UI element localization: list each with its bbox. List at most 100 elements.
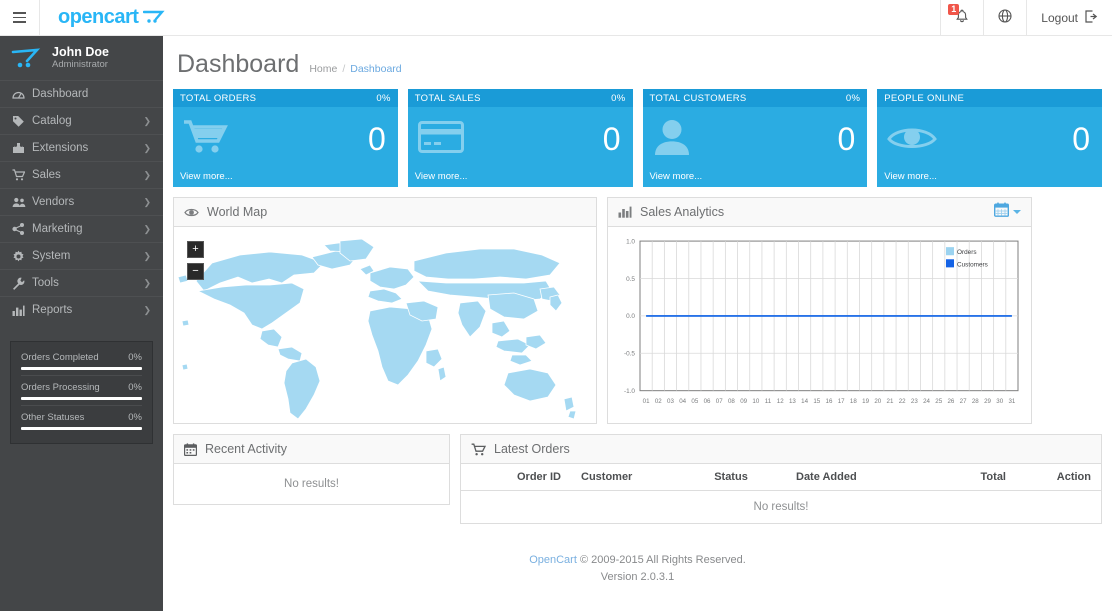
svg-text:23: 23 (911, 398, 918, 405)
footer-copyright-line: OpenCart © 2009-2015 All Rights Reserved… (163, 552, 1112, 569)
breadcrumb-dashboard[interactable]: Dashboard (350, 63, 401, 75)
progress-fill (21, 427, 142, 430)
svg-text:-1.0: -1.0 (624, 388, 635, 395)
breadcrumb-separator: / (342, 63, 346, 75)
svg-text:0.5: 0.5 (626, 276, 635, 283)
world-map-panel: World Map + − (173, 197, 597, 424)
map-zoom-in-button[interactable]: + (187, 241, 204, 258)
world-map-svg[interactable] (174, 233, 596, 423)
sidebar-item-sales[interactable]: Sales ❯ (0, 161, 163, 188)
chevron-right-icon: ❯ (143, 250, 151, 261)
tile-view-more[interactable]: View more... (408, 171, 633, 187)
order-status-stats: Orders Completed 0% Orders Processing 0%… (10, 341, 153, 444)
chart-date-range-dropdown[interactable] (993, 202, 1021, 222)
user-profile-text: John Doe Administrator (52, 45, 109, 70)
logout-button[interactable]: Logout (1026, 0, 1112, 35)
tile-title: TOTAL SALES (414, 92, 481, 104)
breadcrumb-home[interactable]: Home (309, 63, 337, 75)
progress-track (21, 367, 142, 370)
svg-text:0.0: 0.0 (626, 313, 635, 320)
tile-title: TOTAL CUSTOMERS (649, 92, 747, 104)
svg-text:27: 27 (960, 398, 967, 405)
calendar-icon (184, 442, 197, 456)
svg-text:24: 24 (923, 398, 930, 405)
brand-label: opencart (58, 6, 139, 28)
svg-text:16: 16 (826, 398, 833, 405)
svg-text:09: 09 (740, 398, 747, 405)
sidebar-toggle-button[interactable] (0, 0, 40, 35)
stat-percent: 0% (128, 352, 142, 363)
opencart-link[interactable]: OpenCart (529, 554, 577, 566)
map-chart-row: World Map + − Sales Analytics 1.0 0.5 0.… (163, 187, 1112, 424)
main-content: Dashboard Home / Dashboard TOTAL ORDERS … (163, 36, 1112, 611)
stat-label: Other Statuses (21, 412, 85, 423)
logout-label: Logout (1041, 10, 1078, 25)
tile-people-online[interactable]: PEOPLE ONLINE 0 View more... (877, 89, 1102, 187)
svg-text:20: 20 (874, 398, 881, 405)
table-header-row: Order ID Customer Status Date Added Tota… (461, 464, 1101, 491)
opencart-cart-logo (143, 6, 167, 29)
sales-analytics-panel: Sales Analytics 1.0 0.5 0.0 -0.5 -1.0 01 02 03… (607, 197, 1032, 424)
stat-orders-processing: Orders Processing 0% (21, 375, 142, 400)
brand-logo[interactable]: opencart (40, 0, 185, 35)
chevron-right-icon: ❯ (143, 115, 151, 126)
svg-text:04: 04 (679, 398, 686, 405)
panel-header: World Map (174, 198, 596, 227)
sales-analytics-chart[interactable]: 1.0 0.5 0.0 -0.5 -1.0 01 02 03 04 05 06 07 08 09 10 11… (608, 227, 1031, 423)
sidebar-item-extensions[interactable]: Extensions ❯ (0, 134, 163, 161)
tile-header: TOTAL CUSTOMERS 0% (642, 89, 868, 107)
credit-card-icon (417, 120, 464, 158)
chevron-right-icon: ❯ (143, 196, 151, 207)
storefront-button[interactable] (983, 0, 1026, 35)
stat-percent: 0% (128, 412, 142, 423)
stat-other-statuses: Other Statuses 0% (21, 405, 142, 430)
puzzle-icon (12, 142, 32, 154)
tile-view-more[interactable]: View more... (173, 171, 398, 187)
svg-text:31: 31 (1008, 398, 1015, 405)
cart-icon (471, 443, 486, 456)
tile-total-sales[interactable]: TOTAL SALES 0% 0 View more... (407, 89, 633, 187)
notification-count-badge: 1 (948, 4, 960, 15)
user-profile[interactable]: John Doe Administrator (0, 36, 163, 80)
header-spacer (185, 0, 940, 35)
tile-total-customers[interactable]: TOTAL CUSTOMERS 0% 0 View more... (642, 89, 868, 187)
breadcrumb: Home / Dashboard (309, 63, 401, 75)
column-date-added: Date Added (786, 464, 926, 491)
tile-percent: 0% (376, 92, 391, 104)
activity-orders-row: Recent Activity No results! Latest Order… (163, 424, 1112, 524)
sidebar-item-label: Reports (32, 304, 73, 316)
latest-orders-panel: Latest Orders Order ID Customer Status D… (460, 434, 1102, 524)
globe-icon (998, 9, 1012, 26)
sidebar-item-label: Catalog (32, 115, 72, 127)
sidebar-item-marketing[interactable]: Marketing ❯ (0, 215, 163, 242)
page-title: Dashboard (177, 50, 300, 78)
stat-tiles: TOTAL ORDERS 0% 0 View more... TOTAL SAL… (163, 89, 1112, 187)
progress-track (21, 397, 142, 400)
tile-view-more[interactable]: View more... (877, 171, 1102, 187)
sidebar-item-label: Extensions (32, 142, 89, 154)
stat-percent: 0% (128, 382, 142, 393)
world-map-body[interactable]: + − (174, 227, 596, 423)
sidebar-item-tools[interactable]: Tools ❯ (0, 269, 163, 296)
svg-text:1.0: 1.0 (626, 238, 635, 245)
gear-icon (12, 250, 32, 263)
latest-orders-body: Order ID Customer Status Date Added Tota… (461, 464, 1101, 523)
tile-total-orders[interactable]: TOTAL ORDERS 0% 0 View more... (173, 89, 398, 187)
sidebar-item-system[interactable]: System ❯ (0, 242, 163, 269)
column-total: Total (926, 464, 1016, 491)
sidebar: John Doe Administrator Dashboard Catalog… (0, 36, 163, 611)
sidebar-item-dashboard[interactable]: Dashboard (0, 80, 163, 107)
panel-title: Latest Orders (494, 442, 570, 456)
chevron-right-icon: ❯ (143, 304, 151, 315)
panel-header: Latest Orders (461, 435, 1101, 464)
stat-label: Orders Processing (21, 382, 100, 393)
sidebar-item-reports[interactable]: Reports ❯ (0, 296, 163, 323)
map-zoom-out-button[interactable]: − (187, 263, 204, 280)
notifications-button[interactable]: 1 (940, 0, 983, 35)
sidebar-item-catalog[interactable]: Catalog ❯ (0, 107, 163, 134)
chevron-down-icon (1013, 210, 1021, 214)
tile-view-more[interactable]: View more... (643, 171, 868, 187)
sidebar-item-label: Tools (32, 277, 59, 289)
eye-icon (887, 122, 938, 157)
sidebar-item-vendors[interactable]: Vendors ❯ (0, 188, 163, 215)
